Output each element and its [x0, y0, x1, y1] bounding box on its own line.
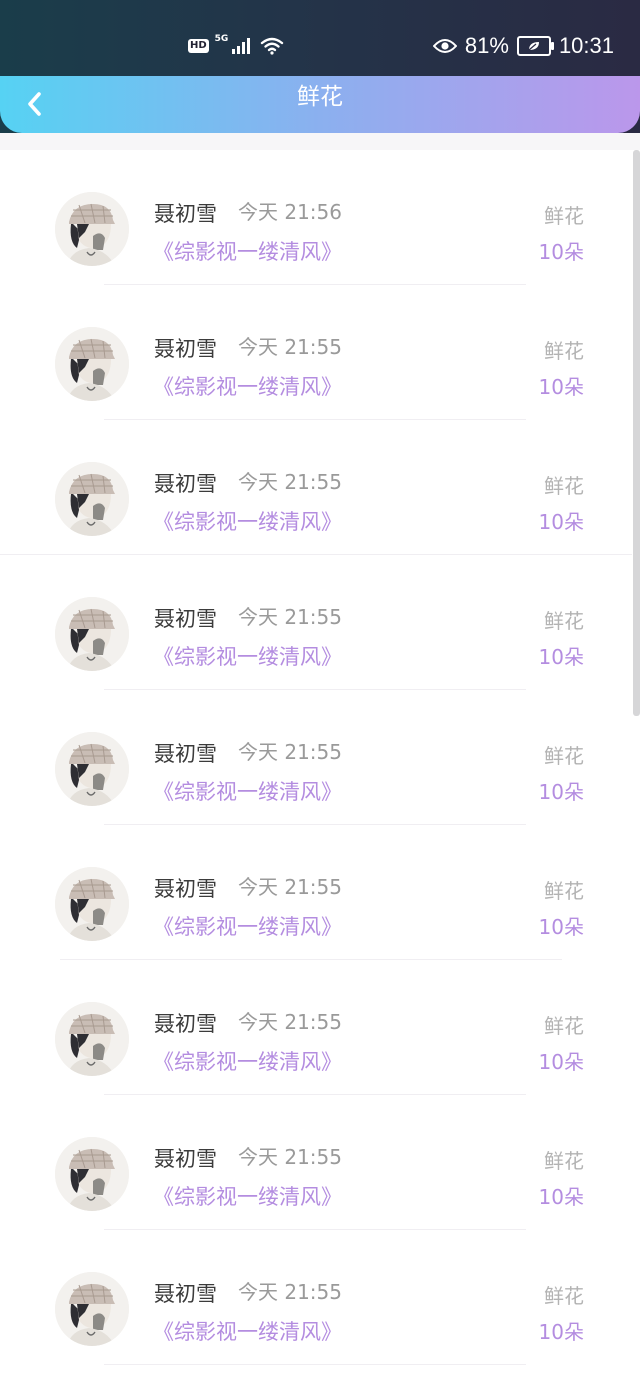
gift-type-label: 鲜花: [544, 474, 584, 498]
wifi-icon: [260, 37, 284, 55]
gift-type-label: 鲜花: [544, 1149, 584, 1173]
list-item[interactable]: 聂初雪 今天 21:55 《综影视一缕清风》 鲜花 10朵: [0, 420, 632, 555]
gift-record-list[interactable]: 聂初雪 今天 21:56 《综影视一缕清风》 鲜花 10朵 聂初雪 今天 21:…: [0, 150, 640, 1387]
user-name[interactable]: 聂初雪: [154, 198, 217, 228]
work-title-link[interactable]: 《综影视一缕清风》: [153, 506, 342, 536]
gift-type-label: 鲜花: [544, 609, 584, 633]
timestamp: 今天 21:56: [238, 200, 342, 224]
avatar[interactable]: [55, 1002, 129, 1076]
list-item[interactable]: 聂初雪 今天 21:55 《综影视一缕清风》 鲜花 10朵: [0, 825, 632, 960]
list-item[interactable]: 聂初雪 今天 21:55 《综影视一缕清风》 鲜花 10朵: [0, 1230, 632, 1365]
avatar[interactable]: [55, 1137, 129, 1211]
work-title-link[interactable]: 《综影视一缕清风》: [153, 1316, 342, 1346]
gift-count: 10朵: [538, 375, 584, 399]
signal-icon: [232, 38, 251, 54]
gift-type-label: 鲜花: [544, 339, 584, 363]
battery-icon: [516, 36, 554, 56]
timestamp: 今天 21:55: [238, 740, 342, 764]
timestamp: 今天 21:55: [238, 875, 342, 899]
work-title-link[interactable]: 《综影视一缕清风》: [153, 236, 342, 266]
page-title: 鲜花: [297, 84, 343, 110]
avatar[interactable]: [55, 867, 129, 941]
list-item[interactable]: 聂初雪 今天 21:56 《综影视一缕清风》 鲜花 10朵: [0, 150, 632, 285]
gift-count: 10朵: [538, 1320, 584, 1344]
list-top-spacer: [0, 133, 640, 150]
timestamp: 今天 21:55: [238, 605, 342, 629]
timestamp: 今天 21:55: [238, 470, 342, 494]
user-name[interactable]: 聂初雪: [154, 1278, 217, 1308]
gift-type-label: 鲜花: [544, 879, 584, 903]
timestamp: 今天 21:55: [238, 1145, 342, 1169]
header-bar: 鲜花: [0, 76, 640, 133]
work-title-link[interactable]: 《综影视一缕清风》: [153, 1046, 342, 1076]
gift-count: 10朵: [538, 510, 584, 534]
avatar[interactable]: [55, 732, 129, 806]
hd-icon: HD: [188, 39, 209, 53]
user-name[interactable]: 聂初雪: [154, 333, 217, 363]
timestamp: 今天 21:55: [238, 1280, 342, 1304]
user-name[interactable]: 聂初雪: [154, 738, 217, 768]
work-title-link[interactable]: 《综影视一缕清风》: [153, 1181, 342, 1211]
avatar[interactable]: [55, 597, 129, 671]
list-item[interactable]: 聂初雪 今天 21:55 《综影视一缕清风》 鲜花 10朵: [0, 690, 632, 825]
list-item[interactable]: 聂初雪 今天 21:55 《综影视一缕清风》 鲜花 10朵: [0, 285, 632, 420]
avatar[interactable]: [55, 462, 129, 536]
scrollbar[interactable]: [633, 150, 640, 716]
list-item[interactable]: 聂初雪 今天 21:55 《综影视一缕清风》 鲜花 10朵: [0, 1095, 632, 1230]
list-item[interactable]: 聂初雪 今天 21:55 《综影视一缕清风》 鲜花 10朵: [0, 555, 632, 690]
gift-count: 10朵: [538, 645, 584, 669]
user-name[interactable]: 聂初雪: [154, 1008, 217, 1038]
user-name[interactable]: 聂初雪: [154, 603, 217, 633]
status-bar-left: HD 5G: [188, 34, 284, 58]
gift-count: 10朵: [538, 780, 584, 804]
work-title-link[interactable]: 《综影视一缕清风》: [153, 371, 342, 401]
avatar[interactable]: [55, 327, 129, 401]
gift-count: 10朵: [538, 240, 584, 264]
work-title-link[interactable]: 《综影视一缕清风》: [153, 911, 342, 941]
clock: 10:31: [558, 33, 614, 58]
user-name[interactable]: 聂初雪: [154, 1143, 217, 1173]
timestamp: 今天 21:55: [238, 335, 342, 359]
work-title-link[interactable]: 《综影视一缕清风》: [153, 641, 342, 671]
gift-count: 10朵: [538, 915, 584, 939]
eye-icon: [432, 38, 457, 54]
user-name[interactable]: 聂初雪: [154, 873, 217, 903]
avatar[interactable]: [55, 192, 129, 266]
status-bar-right: 81% 10:31: [432, 30, 614, 62]
gift-type-label: 鲜花: [544, 1284, 584, 1308]
screen: HD 5G 81% 10:31 鲜花 聂初雪 今天 21:56 《综影视一缕清风…: [0, 0, 640, 1387]
list-item[interactable]: 聂初雪 今天 21:55 《综影视一缕清风》 鲜花 10朵: [0, 960, 632, 1095]
timestamp: 今天 21:55: [238, 1010, 342, 1034]
avatar[interactable]: [55, 1272, 129, 1346]
divider: [104, 1364, 526, 1365]
network-type-label: 5G: [214, 34, 229, 44]
gift-count: 10朵: [538, 1185, 584, 1209]
battery-percent: 81%: [464, 33, 509, 58]
user-name[interactable]: 聂初雪: [154, 468, 217, 498]
gift-type-label: 鲜花: [544, 1014, 584, 1038]
gift-type-label: 鲜花: [544, 204, 584, 228]
gift-count: 10朵: [538, 1050, 584, 1074]
work-title-link[interactable]: 《综影视一缕清风》: [153, 776, 342, 806]
gift-type-label: 鲜花: [544, 744, 584, 768]
